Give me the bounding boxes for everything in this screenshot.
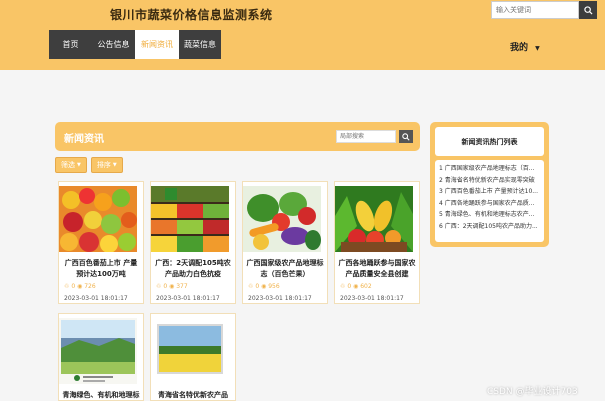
card-stats: ♲ 0 ◉ 377 (151, 283, 235, 290)
view-icon: ◉ (261, 283, 267, 290)
hot-news-item[interactable]: 6 广西：2天调配105吨农产品助力... (439, 221, 540, 233)
like-icon: ♲ (248, 283, 254, 290)
news-search-input[interactable] (336, 130, 396, 143)
filter-button[interactable]: 筛选 ▼ (55, 157, 87, 173)
nav-announcements[interactable]: 公告信息 (92, 30, 135, 59)
card-date: 2023-03-01 18:01:17 (64, 295, 128, 302)
card-date: 2023-03-01 18:01:17 (248, 295, 312, 302)
like-count: 0 (163, 283, 168, 290)
view-icon: ◉ (169, 283, 175, 290)
card-stats: ♲ 0 ◉ 726 (59, 283, 143, 290)
search-icon (583, 5, 593, 15)
news-toolbar: 新闻资讯 (55, 122, 420, 151)
caret-down-icon: ▼ (112, 162, 117, 168)
hot-news-list: 1 广西国家级农产品地理标志（百... 2 青海省名特优新农产品实现零突破 3 … (435, 160, 544, 242)
view-icon: ◉ (353, 283, 359, 290)
nav-home[interactable]: 首页 (49, 30, 92, 59)
news-card[interactable]: 广西：2天调配105吨农产品助力白色抗疫 ♲ 0 ◉ 377 2023-03-0… (150, 181, 236, 304)
news-card[interactable]: 广西国家级农产品地理标志（百色芒果） ♲ 0 ◉ 956 2023-03-01 … (242, 181, 328, 304)
card-image-vegetables (243, 186, 321, 252)
news-card[interactable]: 青海绿色、有机和地理标志农产品数量达 (58, 313, 144, 401)
hot-news-item[interactable]: 3 广西百色番茄上市 产量预计达10... (439, 186, 540, 198)
card-image-market (151, 186, 229, 252)
card-stats: ♲ 0 ◉ 602 (335, 283, 419, 290)
hot-news-title: 新闻资讯热门列表 (435, 127, 544, 156)
view-count: 602 (360, 283, 372, 290)
card-title: 青海绿色、有机和地理标志农产品数量达 (62, 391, 140, 399)
sort-button[interactable]: 排序 ▼ (90, 157, 123, 173)
view-icon: ◉ (77, 283, 83, 290)
hot-news-panel: 新闻资讯热门列表 1 广西国家级农产品地理标志（百... 2 青海省名特优新农产… (430, 122, 549, 247)
header-search-input[interactable] (491, 1, 579, 19)
card-title: 广西：2天调配105吨农产品助力白色抗疫 (155, 259, 231, 278)
card-image-fruits (59, 186, 137, 253)
view-count: 726 (84, 283, 96, 290)
hot-news-item[interactable]: 1 广西国家级农产品地理标志（百... (439, 163, 540, 175)
caret-down-icon: ▼ (77, 162, 81, 168)
news-card-grid: 广西百色番茄上市 产量预计达100万吨 ♲ 0 ◉ 726 2023-03-01… (58, 181, 420, 401)
view-count: 956 (268, 283, 280, 290)
card-stats: ♲ 0 ◉ 956 (243, 283, 327, 290)
card-title: 青海省名特优新农产品 (158, 391, 228, 399)
sort-label: 排序 (96, 161, 111, 169)
hot-news-item[interactable]: 2 青海省名特优新农产品实现零突破 (439, 175, 540, 187)
card-date: 2023-03-01 18:01:17 (340, 295, 404, 302)
like-icon: ♲ (64, 283, 70, 290)
header-search (491, 1, 597, 19)
card-image-rapeseed-field (151, 318, 229, 384)
card-title: 广西国家级农产品地理标志（百色芒果） (246, 259, 324, 278)
user-menu[interactable]: 我的 ▼ (510, 40, 540, 53)
like-count: 0 (347, 283, 352, 290)
like-icon: ♲ (340, 283, 346, 290)
news-search-button[interactable] (399, 130, 413, 143)
nav-news[interactable]: 新闻资讯 (135, 30, 179, 59)
filter-label: 筛选 (61, 161, 75, 169)
hot-news-item[interactable]: 4 广西各地踊跃参与国家农产品质... (439, 198, 540, 210)
site-title: 银川市蔬菜价格信息监测系统 (110, 8, 273, 22)
card-image-qinghai-grassland (59, 318, 137, 384)
news-panel: 新闻资讯 筛选▼ 排序▼ 广西百色番茄上市 产量预计达100万吨 ♲ 0 ◉ 7… (55, 122, 420, 401)
caret-down-icon: ▼ (535, 45, 540, 52)
header: 银川市蔬菜价格信息监测系统 首页 公告信息 新闻资讯 蔬菜信息 我的 ▼ (0, 0, 605, 70)
nav-vegetables[interactable]: 蔬菜信息 (179, 30, 221, 59)
news-title: 新闻资讯 (64, 134, 104, 145)
search-icon (402, 132, 410, 141)
like-count: 0 (255, 283, 260, 290)
news-card[interactable]: 广西各地踊跃参与国家农产品质量安全县创建 ♲ 0 ◉ 602 2023-03-0… (334, 181, 420, 304)
user-menu-label: 我的 (510, 43, 529, 53)
watermark: CSDN @毕业设计703 (487, 387, 578, 397)
view-count: 377 (176, 283, 188, 290)
hot-news-item[interactable]: 5 青海绿色、有机和地理标志农产... (439, 209, 540, 221)
card-date: 2023-03-01 18:01:17 (156, 295, 220, 302)
news-card[interactable]: 青海省名特优新农产品 (150, 313, 236, 401)
card-title: 广西各地踊跃参与国家农产品质量安全县创建 (338, 259, 416, 278)
news-card[interactable]: 广西百色番茄上市 产量预计达100万吨 ♲ 0 ◉ 726 2023-03-01… (58, 181, 144, 304)
header-search-button[interactable] (579, 1, 597, 19)
filter-bar: 筛选 ▼ 排序 ▼ (55, 157, 123, 173)
card-title: 广西百色番茄上市 产量预计达100万吨 (64, 259, 138, 278)
like-icon: ♲ (156, 283, 162, 290)
like-count: 0 (71, 283, 76, 290)
card-image-produce (335, 186, 413, 252)
main-nav: 首页 公告信息 新闻资讯 蔬菜信息 (49, 30, 221, 59)
